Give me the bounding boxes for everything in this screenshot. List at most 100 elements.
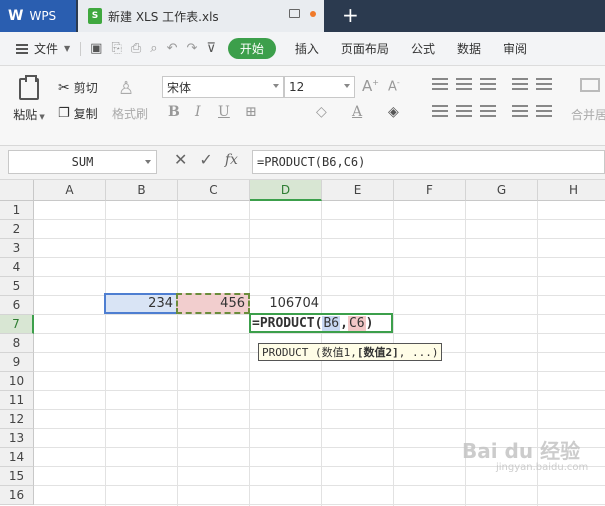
row-header-4[interactable]: 4 bbox=[0, 258, 34, 277]
row-header-8[interactable]: 8 bbox=[0, 334, 34, 353]
row-header-1[interactable]: 1 bbox=[0, 201, 34, 220]
document-tab[interactable]: S 新建 XLS 工作表.xls bbox=[78, 0, 324, 32]
quick-access-toolbar: ▣ ⎘ ⎙ ⌕ ↶ ↷ ⊽ bbox=[80, 41, 216, 56]
row-header-13[interactable]: 13 bbox=[0, 429, 34, 448]
confirm-icon[interactable]: ✓ bbox=[199, 150, 212, 169]
tab-data[interactable]: 数据 bbox=[446, 40, 492, 57]
tab-page-layout[interactable]: 页面布局 bbox=[330, 40, 400, 57]
increase-font-icon[interactable]: A+ bbox=[362, 77, 379, 95]
file-menu[interactable]: 文件 ▼ bbox=[16, 40, 70, 57]
justify-icon[interactable] bbox=[512, 105, 528, 117]
cell-d7-editor[interactable]: =PRODUCT(B6, C6) bbox=[249, 313, 393, 333]
fill-color-icon[interactable]: ◇ bbox=[316, 104, 327, 120]
row-header-11[interactable]: 11 bbox=[0, 391, 34, 410]
select-all-corner[interactable] bbox=[0, 180, 34, 201]
redo-icon[interactable]: ↷ bbox=[186, 41, 197, 56]
indent-right-icon[interactable] bbox=[536, 78, 552, 90]
spreadsheet-icon: S bbox=[88, 8, 102, 24]
align-middle-icon[interactable] bbox=[456, 78, 472, 90]
cell-d6[interactable]: 106704 bbox=[250, 294, 322, 313]
formula-input[interactable]: =PRODUCT(B6,C6) bbox=[252, 150, 605, 174]
cell-c6[interactable]: 456 bbox=[176, 293, 250, 314]
copy-button[interactable]: ❐ 复制 bbox=[58, 105, 98, 122]
row-header-7[interactable]: 7 bbox=[0, 315, 34, 334]
row-header-9[interactable]: 9 bbox=[0, 353, 34, 372]
align-bottom-icon[interactable] bbox=[480, 78, 496, 90]
bold-icon[interactable]: B bbox=[168, 104, 180, 120]
customize-toolbar-icon[interactable]: ⊽ bbox=[206, 41, 216, 56]
format-painter-label: 格式刷 bbox=[112, 107, 149, 121]
tab-home[interactable]: 开始 bbox=[227, 38, 276, 59]
row-header-6[interactable]: 6 bbox=[0, 296, 34, 315]
scissors-icon: ✂ bbox=[58, 79, 70, 96]
name-box[interactable]: SUM bbox=[8, 150, 157, 174]
file-menu-label: 文件 bbox=[34, 42, 59, 56]
align-center-icon[interactable] bbox=[456, 105, 472, 117]
column-header-g[interactable]: G bbox=[466, 180, 538, 201]
align-left-icon[interactable] bbox=[432, 105, 448, 117]
cell-b6[interactable]: 234 bbox=[104, 293, 178, 314]
tab-insert[interactable]: 插入 bbox=[284, 40, 330, 57]
tooltip-signature: PRODUCT (数值1, bbox=[262, 346, 357, 359]
border-icon[interactable]: ⊞ bbox=[245, 104, 257, 120]
column-header-b[interactable]: B bbox=[106, 180, 178, 201]
export-icon[interactable]: ⎘ bbox=[111, 41, 121, 56]
font-color-icon[interactable]: A bbox=[352, 104, 362, 120]
row-header-16[interactable]: 16 bbox=[0, 486, 34, 505]
font-size-select[interactable]: 12 bbox=[284, 76, 355, 98]
formula-close: ) bbox=[365, 315, 374, 331]
tab-review[interactable]: 审阅 bbox=[492, 40, 538, 57]
print-preview-icon[interactable]: ⌕ bbox=[150, 41, 157, 56]
formula-function: =PRODUCT( bbox=[252, 315, 323, 331]
format-painter-button[interactable]: 格式刷 bbox=[112, 105, 148, 122]
document-title: 新建 XLS 工作表.xls bbox=[108, 9, 219, 24]
italic-icon[interactable]: I bbox=[195, 104, 201, 120]
merge-center-icon bbox=[580, 78, 600, 92]
function-tooltip: PRODUCT (数值1, [数值2], ...) bbox=[258, 343, 443, 361]
grid-column-line bbox=[249, 201, 250, 506]
grid-row-line bbox=[34, 257, 605, 258]
font-name-select[interactable]: 宋体 bbox=[162, 76, 284, 98]
column-header-f[interactable]: F bbox=[394, 180, 466, 201]
column-header-d[interactable]: D bbox=[250, 180, 322, 201]
align-right-icon[interactable] bbox=[480, 105, 496, 117]
divider bbox=[80, 41, 82, 56]
row-header-3[interactable]: 3 bbox=[0, 239, 34, 258]
paste-button[interactable]: 粘贴 ▼ bbox=[12, 75, 46, 123]
cancel-icon[interactable]: ✕ bbox=[174, 150, 187, 169]
row-header-12[interactable]: 12 bbox=[0, 410, 34, 429]
underline-icon[interactable]: U bbox=[218, 104, 230, 120]
cut-button[interactable]: ✂ 剪切 bbox=[58, 79, 98, 96]
insert-function-icon[interactable]: fx bbox=[225, 152, 238, 168]
cell-b6-value: 234 bbox=[148, 296, 173, 311]
new-tab-button[interactable]: + bbox=[342, 3, 359, 27]
column-header-e[interactable]: E bbox=[322, 180, 394, 201]
column-header-h[interactable]: H bbox=[538, 180, 605, 201]
merge-center-button[interactable]: 合并居 bbox=[571, 106, 605, 123]
grid-row-line bbox=[34, 390, 605, 391]
cell-c6-value: 456 bbox=[220, 296, 245, 311]
grid-row-line bbox=[34, 409, 605, 410]
save-icon[interactable]: ▣ bbox=[90, 41, 102, 56]
column-header-c[interactable]: C bbox=[178, 180, 250, 201]
row-header-10[interactable]: 10 bbox=[0, 372, 34, 391]
indent-left-icon[interactable] bbox=[512, 78, 528, 90]
window-mode-icon[interactable] bbox=[289, 9, 300, 18]
distribute-icon[interactable] bbox=[536, 105, 552, 117]
column-header-a[interactable]: A bbox=[34, 180, 106, 201]
wps-home-tab[interactable]: W WPS bbox=[0, 0, 76, 32]
row-header-14[interactable]: 14 bbox=[0, 448, 34, 467]
align-top-icon[interactable] bbox=[432, 78, 448, 90]
grid-row-line bbox=[34, 485, 605, 486]
tab-formulas[interactable]: 公式 bbox=[400, 40, 446, 57]
undo-icon[interactable]: ↶ bbox=[167, 41, 178, 56]
print-icon[interactable]: ⎙ bbox=[131, 41, 141, 56]
row-header-15[interactable]: 15 bbox=[0, 467, 34, 486]
tooltip-current-arg: [数值2] bbox=[356, 346, 399, 359]
unsaved-dot-icon bbox=[310, 10, 316, 17]
row-header-5[interactable]: 5 bbox=[0, 277, 34, 296]
grid-row-line bbox=[34, 371, 605, 372]
decrease-font-icon[interactable]: A- bbox=[388, 78, 400, 94]
clear-format-icon[interactable]: ◈ bbox=[388, 104, 399, 120]
row-header-2[interactable]: 2 bbox=[0, 220, 34, 239]
